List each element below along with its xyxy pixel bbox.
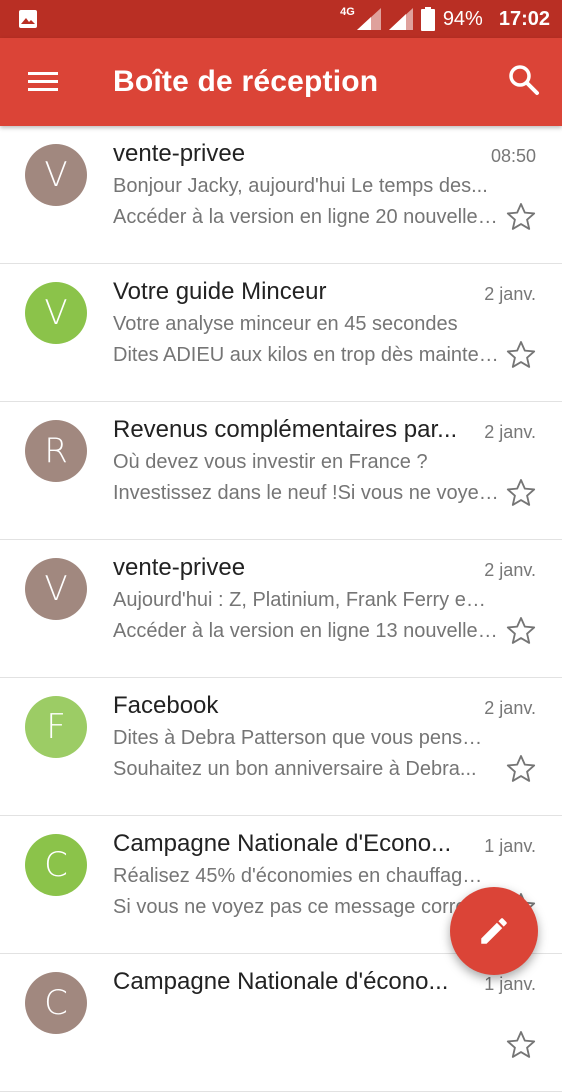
list-item[interactable]: V Votre guide Minceur 2 janv. Votre analyse… xyxy=(0,264,562,402)
email-snippet: Accéder à la version en ligne 20 nouvell… xyxy=(113,206,501,228)
email-subject: Aujourd'hui : Z, Platinium, Frank Ferry … xyxy=(113,589,488,611)
app-bar: Boîte de réception xyxy=(0,38,562,126)
star-outline-icon[interactable] xyxy=(504,200,538,234)
battery-percent: 94% xyxy=(442,7,483,30)
star-outline-icon[interactable] xyxy=(504,476,538,510)
email-date: 1 janv. xyxy=(484,836,536,856)
email-date: 08:50 xyxy=(490,146,536,166)
email-date: 1 janv. xyxy=(484,974,536,994)
list-item[interactable]: Vvente-privee 08:50 Bonjour Jacky, aujourd… xyxy=(0,126,562,264)
signal-icon xyxy=(388,8,413,30)
email-subject: Réalisez 45% d'économies en chauffage... xyxy=(113,865,488,887)
sender-name: Campagne Nationale d'écono... xyxy=(113,968,449,995)
email-date: 2 janv. xyxy=(484,422,536,442)
avatar[interactable]: R xyxy=(25,420,87,482)
sender-name: vente-privee xyxy=(113,554,246,581)
menu-icon[interactable] xyxy=(28,68,60,96)
email-subject: Votre analyse minceur en 45 secondes xyxy=(113,313,458,335)
email-subject: Bonjour Jacky, aujourd'hui Le temps des.… xyxy=(113,175,488,197)
page-title: Boîte de réception xyxy=(113,65,379,98)
sender-name: vente-privee xyxy=(113,140,246,167)
signal-icon xyxy=(356,8,381,30)
list-item[interactable]: F Facebook 2 janv. Dites à Debra Patterson … xyxy=(0,678,562,816)
image-icon xyxy=(19,10,37,28)
sender-name: Facebook xyxy=(113,692,219,719)
avatar[interactable]: F xyxy=(25,696,87,758)
avatar[interactable]: C xyxy=(25,834,87,896)
avatar[interactable]: V xyxy=(25,558,87,620)
email-date: 2 janv. xyxy=(484,698,536,718)
star-outline-icon[interactable] xyxy=(504,752,538,786)
email-subject: Où devez vous investir en France ? xyxy=(113,451,428,473)
battery-icon xyxy=(420,7,435,31)
email-snippet: Accéder à la version en ligne 13 nouvell… xyxy=(113,620,501,642)
email-snippet: Investissez dans le neuf !Si vous ne voy… xyxy=(113,482,501,504)
star-outline-icon[interactable] xyxy=(504,1028,538,1062)
status-icons: 4G 94% 17:02 xyxy=(340,0,550,38)
sender-name: Revenus complémentaires par... xyxy=(113,416,458,443)
avatar[interactable]: C xyxy=(25,972,87,1034)
network-type-label: 4G xyxy=(340,6,355,18)
search-icon[interactable] xyxy=(508,64,540,96)
star-outline-icon[interactable] xyxy=(504,338,538,372)
status-bar: 4G 94% 17:02 xyxy=(0,0,562,38)
email-date: 2 janv. xyxy=(484,560,536,580)
email-snippet: Souhaitez un bon anniversaire à Debra... xyxy=(113,758,477,780)
sender-name: Campagne Nationale d'Econo... xyxy=(113,830,452,857)
sender-name: Votre guide Minceur xyxy=(113,278,327,305)
star-outline-icon[interactable] xyxy=(504,614,538,648)
email-subject: Dites à Debra Patterson que vous pensez.… xyxy=(113,727,488,749)
compose-button[interactable] xyxy=(450,887,538,975)
email-date: 2 janv. xyxy=(484,284,536,304)
list-item[interactable]: R Revenus complémentaires par... 2 janv. Où… xyxy=(0,402,562,540)
list-item[interactable]: Vvente-privee 2 janv. Aujourd'hui : Z, Pla… xyxy=(0,540,562,678)
avatar[interactable]: V xyxy=(25,144,87,206)
pencil-icon xyxy=(481,918,507,944)
email-snippet: Dites ADIEU aux kilos en trop dès mainte… xyxy=(113,344,501,366)
avatar[interactable]: V xyxy=(25,282,87,344)
list-item[interactable]: C Campagne Nationale d'écono... 1 janv. xyxy=(0,954,562,1092)
clock: 17:02 xyxy=(498,7,550,30)
email-snippet: Si vous ne voyez pas ce message correcte… xyxy=(113,896,501,918)
